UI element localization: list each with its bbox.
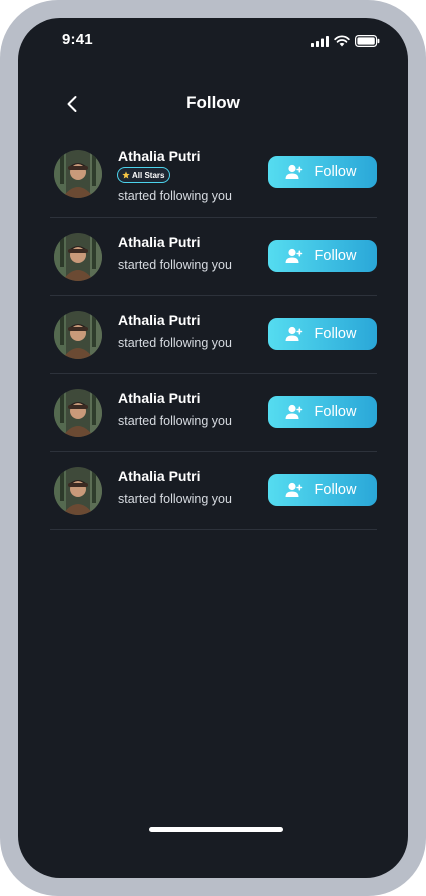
status-time: 9:41 [62, 31, 93, 48]
page-title: Follow [186, 93, 240, 112]
user-name[interactable]: Athalia Putri [118, 468, 200, 484]
user-name[interactable]: Athalia Putri [118, 234, 200, 250]
add-user-icon [285, 404, 302, 419]
list-item: Athalia Putri All Stars started followin… [50, 138, 377, 218]
follow-button[interactable]: Follow [268, 156, 377, 188]
follow-button[interactable]: Follow [268, 240, 377, 272]
user-name[interactable]: Athalia Putri [118, 148, 200, 164]
add-user-icon [285, 248, 302, 263]
follow-button-label: Follow [314, 482, 357, 498]
add-user-icon [285, 326, 302, 341]
avatar[interactable] [54, 150, 102, 198]
follow-button-label: Follow [314, 326, 357, 342]
follow-button-label: Follow [314, 404, 357, 420]
avatar[interactable] [54, 467, 102, 515]
avatar[interactable] [54, 233, 102, 281]
follow-button-label: Follow [314, 164, 357, 180]
status-icons [311, 35, 380, 47]
user-name[interactable]: Athalia Putri [118, 390, 200, 406]
list-item: Athalia Putri started following you Foll… [50, 218, 377, 296]
activity-text: started following you [118, 492, 232, 506]
user-name[interactable]: Athalia Putri [118, 312, 200, 328]
follow-button[interactable]: Follow [268, 474, 377, 506]
star-icon [122, 171, 130, 179]
activity-text: started following you [118, 414, 232, 428]
home-indicator[interactable] [149, 827, 283, 832]
follow-button[interactable]: Follow [268, 396, 377, 428]
add-user-icon [285, 164, 302, 179]
badge-label: All Stars [132, 170, 165, 180]
activity-text: started following you [118, 258, 232, 272]
all-stars-badge: All Stars [117, 167, 171, 183]
screen: 9:41 Follow Athalia Putri All Stars star… [18, 18, 408, 878]
follow-button[interactable]: Follow [268, 318, 377, 350]
phone-frame: 9:41 Follow Athalia Putri All Stars star… [0, 0, 426, 896]
add-user-icon [285, 482, 302, 497]
activity-text: started following you [118, 189, 232, 203]
signal-icon [311, 35, 329, 47]
avatar[interactable] [54, 389, 102, 437]
battery-icon [355, 35, 380, 47]
list-item: Athalia Putri started following you Foll… [50, 374, 377, 452]
follow-list: Athalia Putri All Stars started followin… [50, 138, 377, 530]
list-item: Athalia Putri started following you Foll… [50, 296, 377, 374]
list-item: Athalia Putri started following you Foll… [50, 452, 377, 530]
wifi-icon [334, 35, 350, 47]
follow-button-label: Follow [314, 248, 357, 264]
activity-text: started following you [118, 336, 232, 350]
avatar[interactable] [54, 311, 102, 359]
